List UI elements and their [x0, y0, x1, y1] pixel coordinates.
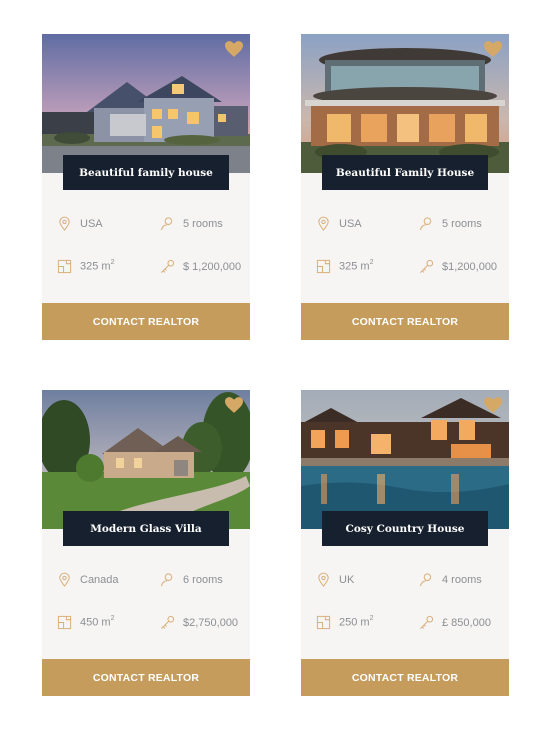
user-icon: [160, 572, 175, 587]
contact-realtor-button[interactable]: CONTACT REALTOR: [42, 303, 250, 340]
price-value: £ 850,000: [442, 616, 491, 629]
area-info: 325 m2: [316, 259, 373, 274]
location-info: UK: [316, 572, 354, 587]
property-title[interactable]: Beautiful family house: [63, 155, 229, 190]
property-photo[interactable]: [301, 34, 509, 173]
rooms-value: 5 rooms: [442, 217, 482, 230]
property-title[interactable]: Modern Glass Villa: [63, 511, 229, 546]
rooms-info: 5 rooms: [419, 216, 482, 231]
contact-realtor-button[interactable]: CONTACT REALTOR: [301, 303, 509, 340]
rooms-value: 5 rooms: [183, 217, 223, 230]
heart-icon[interactable]: [225, 397, 243, 413]
user-icon: [160, 216, 175, 231]
rooms-value: 4 rooms: [442, 573, 482, 586]
key-icon: [419, 615, 434, 630]
key-icon: [419, 259, 434, 274]
floor-plan-icon: [316, 615, 331, 630]
area-value: 325 m2: [80, 259, 115, 273]
rooms-value: 6 rooms: [183, 573, 223, 586]
heart-icon[interactable]: [484, 41, 502, 57]
property-card: Beautiful family house USA 5 rooms 325 m…: [42, 34, 250, 340]
area-value: 450 m2: [80, 615, 115, 629]
heart-icon[interactable]: [225, 41, 243, 57]
location-value: UK: [339, 573, 355, 586]
rooms-info: 5 rooms: [160, 216, 223, 231]
location-info: Canada: [57, 572, 119, 587]
floor-plan-icon: [316, 259, 331, 274]
property-photo[interactable]: [42, 34, 250, 173]
map-pin-icon: [57, 572, 72, 587]
area-info: 450 m2: [57, 615, 114, 630]
map-pin-icon: [57, 216, 72, 231]
property-card: Beautiful Family House USA 5 rooms 325 m…: [301, 34, 509, 340]
user-icon: [419, 572, 434, 587]
property-title[interactable]: Beautiful Family House: [322, 155, 488, 190]
property-card: Cosy Country House UK 4 rooms 250 m2 £ 8…: [301, 390, 509, 696]
area-value: 325 m2: [339, 259, 374, 273]
floor-plan-icon: [57, 615, 72, 630]
location-value: USA: [339, 217, 362, 230]
location-info: USA: [57, 216, 103, 231]
floor-plan-icon: [57, 259, 72, 274]
price-info: $2,750,000: [160, 615, 238, 630]
area-info: 250 m2: [316, 615, 373, 630]
rooms-info: 4 rooms: [419, 572, 482, 587]
property-card: Modern Glass Villa Canada 6 rooms 450 m2…: [42, 390, 250, 696]
heart-icon[interactable]: [484, 397, 502, 413]
price-value: $2,750,000: [183, 616, 239, 629]
price-value: $1,200,000: [442, 260, 498, 273]
key-icon: [160, 615, 175, 630]
user-icon: [419, 216, 434, 231]
property-title[interactable]: Cosy Country House: [322, 511, 488, 546]
price-info: $ 1,200,000: [160, 259, 241, 274]
rooms-info: 6 rooms: [160, 572, 223, 587]
map-pin-icon: [316, 216, 331, 231]
property-photo[interactable]: [42, 390, 250, 529]
price-info: $1,200,000: [419, 259, 497, 274]
area-value: 250 m2: [339, 615, 374, 629]
area-info: 325 m2: [57, 259, 114, 274]
contact-realtor-button[interactable]: CONTACT REALTOR: [42, 659, 250, 696]
price-value: $ 1,200,000: [183, 260, 242, 273]
map-pin-icon: [316, 572, 331, 587]
key-icon: [160, 259, 175, 274]
contact-realtor-button[interactable]: CONTACT REALTOR: [301, 659, 509, 696]
location-value: USA: [80, 217, 103, 230]
location-info: USA: [316, 216, 362, 231]
price-info: £ 850,000: [419, 615, 491, 630]
location-value: Canada: [80, 573, 119, 586]
property-photo[interactable]: [301, 390, 509, 529]
